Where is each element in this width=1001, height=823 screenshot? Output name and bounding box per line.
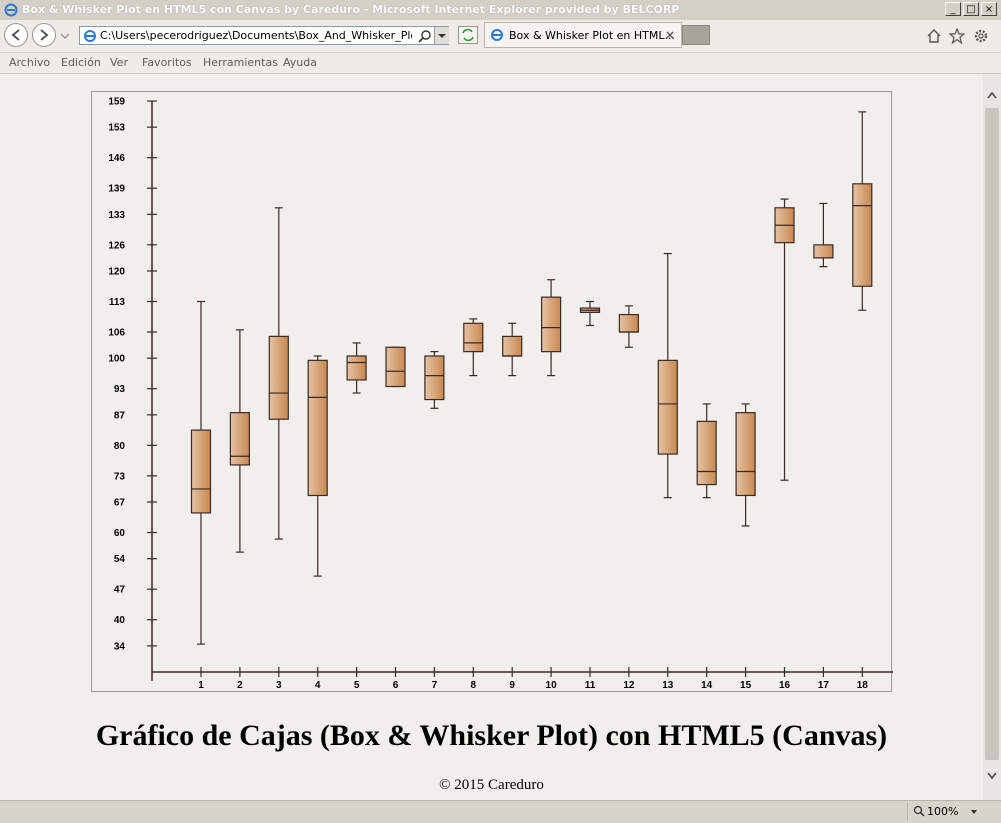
x-tick-label: 4 bbox=[315, 680, 321, 691]
y-tick-label: 60 bbox=[114, 528, 126, 539]
box-18 bbox=[852, 183, 873, 287]
box-17 bbox=[813, 244, 834, 259]
y-tick-label: 67 bbox=[114, 498, 126, 509]
y-tick-label: 100 bbox=[108, 354, 125, 365]
x-tick-label: 15 bbox=[740, 680, 752, 691]
chart-plot-area: 3440475460677380879310010611312012613313… bbox=[108, 97, 893, 691]
chart-frame bbox=[91, 91, 892, 692]
box-6 bbox=[385, 346, 406, 388]
x-tick-label: 6 bbox=[393, 680, 399, 691]
x-tick-label: 14 bbox=[701, 680, 713, 691]
page-title: Gráfico de Cajas (Box & Whisker Plot) co… bbox=[95, 719, 888, 752]
x-tick-label: 10 bbox=[546, 680, 558, 691]
x-tick-label: 8 bbox=[471, 680, 477, 691]
box-8 bbox=[463, 322, 484, 353]
x-tick-label: 13 bbox=[662, 680, 674, 691]
box-3 bbox=[268, 335, 289, 420]
x-tick-label: 12 bbox=[623, 680, 635, 691]
box-whisker-chart: 3440475460677380879310010611312012613313… bbox=[91, 91, 893, 692]
box-1 bbox=[190, 429, 212, 514]
y-tick-label: 93 bbox=[114, 384, 126, 395]
y-tick-label: 87 bbox=[114, 410, 126, 421]
y-tick-label: 120 bbox=[108, 266, 125, 277]
x-tick-label: 18 bbox=[857, 680, 869, 691]
status-bar: 100% bbox=[0, 800, 1001, 823]
vertical-scrollbar[interactable] bbox=[983, 74, 1001, 800]
page-footer: © 2015 Careduro bbox=[439, 777, 544, 793]
box-14 bbox=[696, 420, 717, 486]
scroll-thumb[interactable] bbox=[985, 108, 999, 760]
box-15 bbox=[735, 412, 756, 497]
x-tick-label: 5 bbox=[354, 680, 360, 691]
zoom-control[interactable]: 100% bbox=[907, 803, 988, 820]
box-2 bbox=[229, 412, 250, 466]
x-tick-label: 2 bbox=[237, 680, 243, 691]
x-tick-label: 11 bbox=[585, 680, 596, 691]
scroll-up-icon[interactable] bbox=[986, 90, 998, 100]
y-tick-label: 73 bbox=[114, 471, 126, 482]
x-tick-label: 1 bbox=[198, 680, 204, 691]
box-7 bbox=[424, 355, 445, 401]
y-tick-label: 80 bbox=[114, 441, 126, 452]
y-tick-label: 113 bbox=[109, 297, 126, 308]
box-5 bbox=[346, 355, 367, 381]
box-10 bbox=[540, 296, 562, 353]
y-tick-label: 34 bbox=[114, 641, 126, 652]
zoom-dropdown-icon bbox=[971, 810, 977, 814]
x-tick-label: 7 bbox=[432, 680, 438, 691]
y-tick-label: 153 bbox=[108, 123, 125, 134]
y-tick-label: 47 bbox=[114, 585, 126, 596]
scroll-down-icon[interactable] bbox=[986, 771, 998, 781]
box-12 bbox=[618, 313, 640, 333]
y-tick-label: 40 bbox=[114, 615, 126, 626]
y-tick-label: 54 bbox=[114, 554, 126, 565]
box-4 bbox=[307, 359, 328, 497]
box-13 bbox=[657, 359, 678, 455]
y-tick-label: 133 bbox=[108, 210, 125, 221]
x-tick-label: 17 bbox=[818, 680, 830, 691]
y-tick-label: 126 bbox=[108, 240, 125, 251]
x-tick-label: 16 bbox=[779, 680, 791, 691]
zoom-icon bbox=[913, 805, 925, 817]
y-tick-label: 146 bbox=[108, 153, 125, 164]
y-tick-label: 159 bbox=[108, 97, 125, 108]
y-tick-label: 106 bbox=[108, 328, 125, 339]
zoom-level: 100% bbox=[927, 805, 959, 818]
y-tick-label: 139 bbox=[108, 184, 125, 195]
box-9 bbox=[502, 335, 523, 357]
x-tick-label: 9 bbox=[509, 680, 515, 691]
x-tick-label: 3 bbox=[276, 680, 282, 691]
close-button[interactable]: × bbox=[981, 2, 997, 16]
